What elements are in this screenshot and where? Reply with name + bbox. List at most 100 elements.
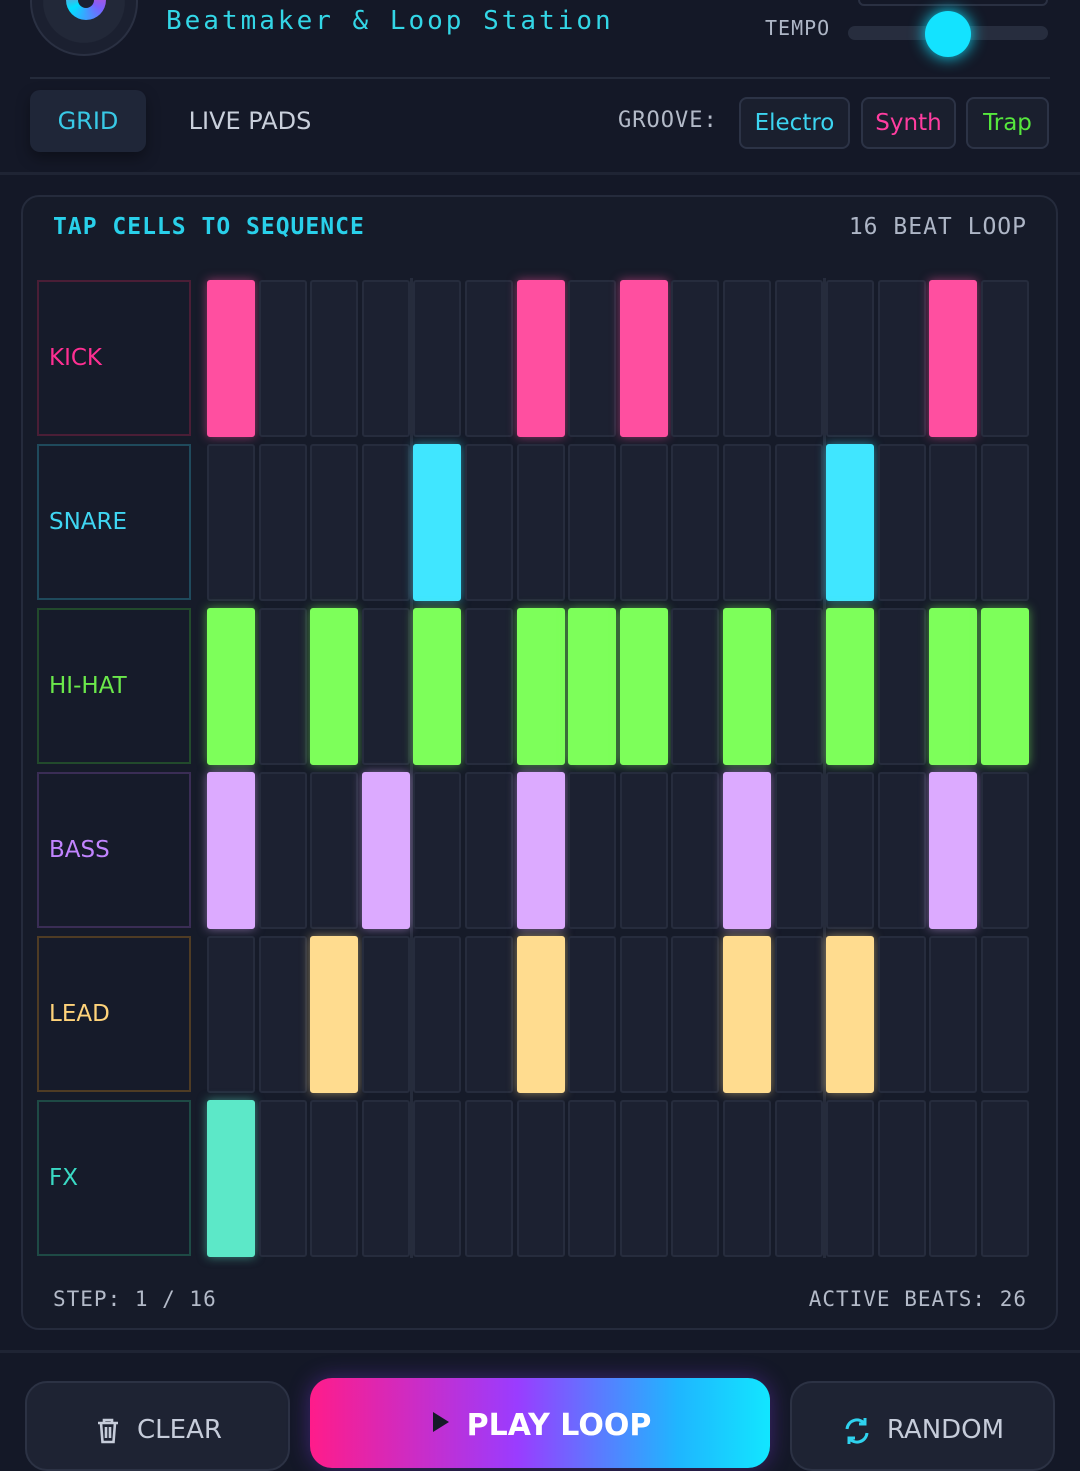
step-cell-active[interactable] bbox=[929, 608, 977, 765]
step-cell[interactable] bbox=[878, 1100, 926, 1257]
step-cell-active[interactable] bbox=[620, 608, 668, 765]
step-cell[interactable] bbox=[259, 936, 307, 1093]
step-cell[interactable] bbox=[723, 280, 771, 437]
step-cell[interactable] bbox=[259, 1100, 307, 1257]
groove-trap-button[interactable]: Trap bbox=[966, 97, 1049, 149]
track-label-bass[interactable]: BASS bbox=[37, 772, 191, 928]
step-cell-active[interactable] bbox=[826, 444, 874, 601]
step-cell[interactable] bbox=[207, 444, 255, 601]
step-cell[interactable] bbox=[826, 1100, 874, 1257]
step-cell[interactable] bbox=[413, 772, 461, 929]
step-cell[interactable] bbox=[517, 444, 565, 601]
step-cell-active[interactable] bbox=[362, 772, 410, 929]
step-cell[interactable] bbox=[259, 444, 307, 601]
track-label-snare[interactable]: SNARE bbox=[37, 444, 191, 600]
step-cell[interactable] bbox=[362, 280, 410, 437]
step-cell[interactable] bbox=[671, 280, 719, 437]
track-label-fx[interactable]: FX bbox=[37, 1100, 191, 1256]
step-cell[interactable] bbox=[568, 1100, 616, 1257]
step-cell[interactable] bbox=[929, 444, 977, 601]
groove-electro-button[interactable]: Electro bbox=[739, 97, 850, 149]
step-cell[interactable] bbox=[981, 936, 1029, 1093]
step-cell[interactable] bbox=[981, 1100, 1029, 1257]
step-cell[interactable] bbox=[568, 772, 616, 929]
step-cell[interactable] bbox=[929, 1100, 977, 1257]
step-cell-active[interactable] bbox=[723, 772, 771, 929]
step-cell[interactable] bbox=[929, 936, 977, 1093]
clear-button[interactable]: CLEAR bbox=[25, 1381, 290, 1471]
step-cell[interactable] bbox=[362, 936, 410, 1093]
step-cell[interactable] bbox=[878, 608, 926, 765]
step-cell[interactable] bbox=[413, 280, 461, 437]
step-cell[interactable] bbox=[826, 280, 874, 437]
step-cell[interactable] bbox=[465, 1100, 513, 1257]
step-cell-active[interactable] bbox=[929, 280, 977, 437]
step-cell[interactable] bbox=[310, 280, 358, 437]
step-cell[interactable] bbox=[775, 772, 823, 929]
step-cell[interactable] bbox=[878, 444, 926, 601]
step-cell[interactable] bbox=[878, 280, 926, 437]
step-cell[interactable] bbox=[207, 936, 255, 1093]
step-cell[interactable] bbox=[259, 608, 307, 765]
step-cell[interactable] bbox=[620, 772, 668, 929]
step-cell[interactable] bbox=[568, 280, 616, 437]
tempo-slider-thumb[interactable] bbox=[925, 11, 971, 57]
step-cell[interactable] bbox=[775, 608, 823, 765]
step-cell[interactable] bbox=[465, 444, 513, 601]
step-cell[interactable] bbox=[568, 444, 616, 601]
step-cell-active[interactable] bbox=[723, 608, 771, 765]
step-cell[interactable] bbox=[620, 1100, 668, 1257]
groove-synth-button[interactable]: Synth bbox=[861, 97, 956, 149]
step-cell[interactable] bbox=[310, 1100, 358, 1257]
step-cell-active[interactable] bbox=[310, 936, 358, 1093]
random-button[interactable]: RANDOM bbox=[790, 1381, 1055, 1471]
step-cell[interactable] bbox=[775, 444, 823, 601]
step-cell-active[interactable] bbox=[826, 608, 874, 765]
step-cell[interactable] bbox=[775, 280, 823, 437]
step-cell[interactable] bbox=[362, 1100, 410, 1257]
step-cell-active[interactable] bbox=[517, 936, 565, 1093]
step-cell[interactable] bbox=[671, 772, 719, 929]
step-cell[interactable] bbox=[671, 1100, 719, 1257]
step-cell[interactable] bbox=[723, 444, 771, 601]
step-cell-active[interactable] bbox=[517, 280, 565, 437]
step-cell[interactable] bbox=[981, 280, 1029, 437]
step-cell[interactable] bbox=[671, 936, 719, 1093]
step-cell[interactable] bbox=[465, 608, 513, 765]
step-cell[interactable] bbox=[775, 1100, 823, 1257]
tab-grid[interactable]: GRID bbox=[30, 90, 146, 152]
step-cell[interactable] bbox=[981, 772, 1029, 929]
step-cell[interactable] bbox=[259, 280, 307, 437]
step-cell[interactable] bbox=[465, 936, 513, 1093]
step-cell[interactable] bbox=[620, 936, 668, 1093]
step-cell-active[interactable] bbox=[826, 936, 874, 1093]
step-cell-active[interactable] bbox=[207, 1100, 255, 1257]
step-cell-active[interactable] bbox=[207, 772, 255, 929]
track-label-kick[interactable]: KICK bbox=[37, 280, 191, 436]
step-cell-active[interactable] bbox=[207, 608, 255, 765]
step-cell[interactable] bbox=[775, 936, 823, 1093]
step-cell-active[interactable] bbox=[517, 608, 565, 765]
step-cell-active[interactable] bbox=[929, 772, 977, 929]
step-cell[interactable] bbox=[517, 1100, 565, 1257]
step-cell[interactable] bbox=[362, 608, 410, 765]
step-cell-active[interactable] bbox=[568, 608, 616, 765]
step-cell-active[interactable] bbox=[310, 608, 358, 765]
step-cell-active[interactable] bbox=[981, 608, 1029, 765]
step-cell[interactable] bbox=[620, 444, 668, 601]
play-loop-button[interactable]: PLAY LOOP bbox=[310, 1378, 770, 1468]
step-cell[interactable] bbox=[259, 772, 307, 929]
step-cell[interactable] bbox=[826, 772, 874, 929]
step-cell[interactable] bbox=[671, 444, 719, 601]
step-cell[interactable] bbox=[465, 280, 513, 437]
step-cell[interactable] bbox=[310, 444, 358, 601]
step-cell-active[interactable] bbox=[413, 444, 461, 601]
step-cell[interactable] bbox=[671, 608, 719, 765]
step-cell-active[interactable] bbox=[413, 608, 461, 765]
step-cell[interactable] bbox=[465, 772, 513, 929]
step-cell-active[interactable] bbox=[207, 280, 255, 437]
step-cell[interactable] bbox=[878, 936, 926, 1093]
track-label-hi-hat[interactable]: HI-HAT bbox=[37, 608, 191, 764]
step-cell[interactable] bbox=[878, 772, 926, 929]
step-cell-active[interactable] bbox=[723, 936, 771, 1093]
